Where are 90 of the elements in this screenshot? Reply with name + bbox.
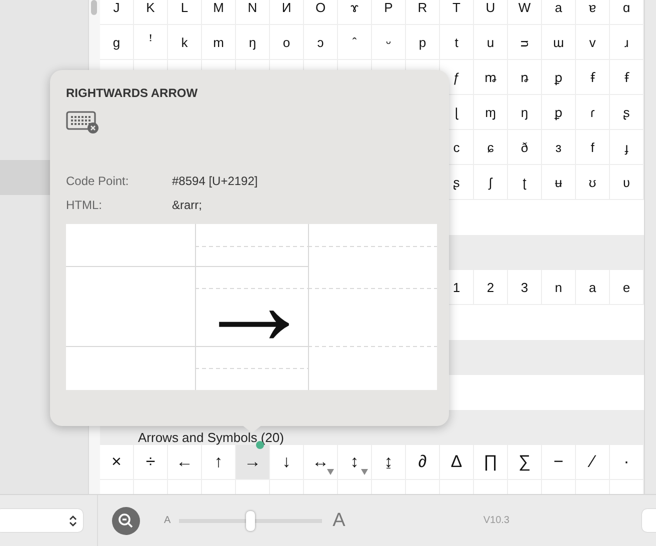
- character-cell[interactable]: ɟ: [610, 130, 644, 165]
- character-cell[interactable]: a: [576, 270, 610, 305]
- character-cell[interactable]: t: [440, 25, 474, 60]
- character-cell[interactable]: m: [202, 25, 236, 60]
- character-cell[interactable]: ↑: [202, 445, 236, 480]
- character-cell[interactable]: U: [474, 0, 508, 25]
- character-cell[interactable]: ꝑ: [542, 95, 576, 130]
- character-cell[interactable]: ꞙ: [610, 60, 644, 95]
- character-cell[interactable]: ←: [168, 445, 202, 480]
- field-label: HTML:: [66, 198, 103, 212]
- character-cell[interactable]: v: [576, 25, 610, 60]
- character-cell[interactable]: ↕: [338, 445, 372, 480]
- preview-glyph: →: [195, 244, 308, 364]
- character-cell[interactable]: k: [168, 25, 202, 60]
- character-cell[interactable]: n: [542, 270, 576, 305]
- category-dropdown[interactable]: [0, 509, 83, 532]
- character-cell[interactable]: ɜ: [542, 130, 576, 165]
- character-cell[interactable]: K: [134, 0, 168, 25]
- small-size-label: A: [164, 515, 171, 526]
- character-cell[interactable]: ꬻ: [508, 60, 542, 95]
- edge-button[interactable]: [642, 509, 656, 532]
- character-cell[interactable]: ↓: [270, 445, 304, 480]
- character-cell[interactable]: ʃ: [474, 165, 508, 200]
- character-cell[interactable]: ð: [508, 130, 542, 165]
- character-cell[interactable]: ŋ: [508, 95, 542, 130]
- character-cell[interactable]: ˆ: [338, 25, 372, 60]
- field-value: #8594 [U+2192]: [172, 174, 259, 188]
- character-cell[interactable]: ·: [610, 445, 644, 480]
- scroll-thumb[interactable]: [91, 0, 97, 15]
- character-cell[interactable]: M: [202, 0, 236, 25]
- character-cell[interactable]: e: [610, 270, 644, 305]
- character-cell[interactable]: ∂: [406, 445, 440, 480]
- character-cell[interactable]: ʂ: [610, 95, 644, 130]
- field-value: &rarr;: [172, 198, 203, 212]
- character-cell[interactable]: ꜝ: [134, 25, 168, 60]
- character-cell[interactable]: ɔ: [304, 25, 338, 60]
- character-cell[interactable]: ∑: [508, 445, 542, 480]
- character-cell[interactable]: 3: [508, 270, 542, 305]
- character-cell[interactable]: o: [270, 25, 304, 60]
- character-cell[interactable]: ∆: [440, 445, 474, 480]
- character-cell[interactable]: ɱ: [474, 95, 508, 130]
- zoom-button[interactable]: [112, 506, 140, 535]
- character-cell[interactable]: ɯ: [542, 25, 576, 60]
- character-cell[interactable]: ɾ: [576, 95, 610, 130]
- character-cell[interactable]: T: [440, 0, 474, 25]
- character-cell[interactable]: ꝑ: [542, 60, 576, 95]
- character-cell[interactable]: g: [100, 25, 134, 60]
- character-cell[interactable]: ᴝ: [508, 25, 542, 60]
- large-size-label: A: [332, 510, 346, 532]
- character-cell[interactable]: ×: [100, 445, 134, 480]
- character-cell[interactable]: ŋ: [236, 25, 270, 60]
- chevron-updown-icon: [69, 514, 77, 527]
- character-cell[interactable]: L: [168, 0, 202, 25]
- character-cell[interactable]: p: [406, 25, 440, 60]
- character-cell[interactable]: −: [542, 445, 576, 480]
- character-cell[interactable]: ÷: [134, 445, 168, 480]
- character-cell[interactable]: N: [236, 0, 270, 25]
- section-title: Arrows and Symbols (20): [138, 432, 284, 444]
- character-cell[interactable]: ʊ: [576, 165, 610, 200]
- character-cell[interactable]: ɹ: [610, 25, 644, 60]
- character-cell[interactable]: u: [474, 25, 508, 60]
- character-cell[interactable]: J: [100, 0, 134, 25]
- field-label: Code Point:: [66, 174, 130, 188]
- character-cell[interactable]: a: [542, 0, 576, 25]
- character-cell[interactable]: f: [576, 130, 610, 165]
- character-cell[interactable]: ʉ: [542, 165, 576, 200]
- magnifier-icon: [117, 512, 135, 530]
- character-cell[interactable]: ᵕ: [372, 25, 406, 60]
- character-cell[interactable]: ʋ: [610, 165, 644, 200]
- character-cell[interactable]: 2: [474, 270, 508, 305]
- character-cell[interactable]: ↨: [372, 445, 406, 480]
- character-name: RIGHTWARDS ARROW: [66, 86, 199, 100]
- character-cell[interactable]: ɤ: [338, 0, 372, 25]
- slider-thumb[interactable]: [246, 510, 256, 531]
- character-cell[interactable]: R: [406, 0, 440, 25]
- character-cell[interactable]: ꬺ: [474, 60, 508, 95]
- character-cell[interactable]: O: [304, 0, 338, 25]
- character-cell[interactable]: ʈ: [508, 165, 542, 200]
- character-cell[interactable]: И: [270, 0, 304, 25]
- character-cell[interactable]: ∏: [474, 445, 508, 480]
- character-cell[interactable]: ∕: [576, 445, 610, 480]
- character-cell[interactable]: W: [508, 0, 542, 25]
- character-cell[interactable]: ɐ: [576, 0, 610, 25]
- character-cell[interactable]: ꞙ: [576, 60, 610, 95]
- character-cell[interactable]: P: [372, 0, 406, 25]
- character-cell[interactable]: ɕ: [474, 130, 508, 165]
- character-cell[interactable]: ↔: [304, 445, 338, 480]
- keyboard-icon[interactable]: [66, 110, 100, 134]
- version-label: V10.3: [483, 515, 510, 526]
- character-cell[interactable]: ɑ: [610, 0, 644, 25]
